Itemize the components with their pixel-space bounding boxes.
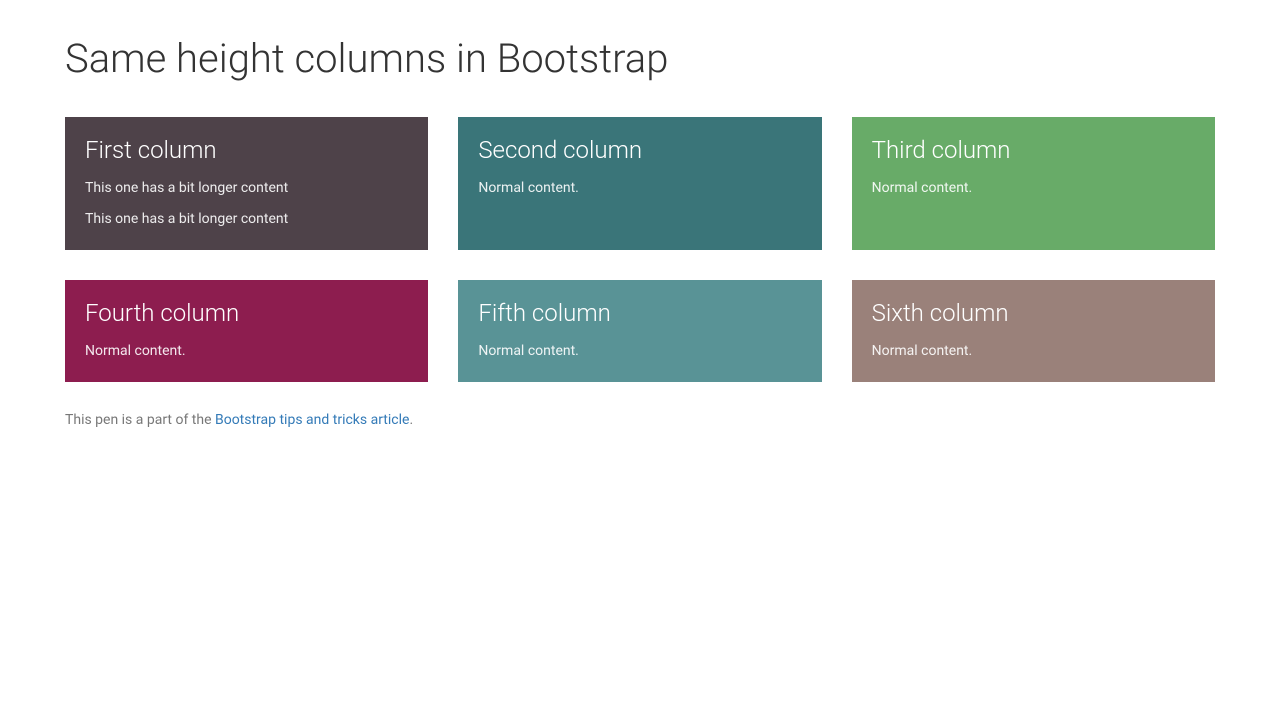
column-card: Second column Normal content. [458,117,821,250]
row: Fourth columnNormal content.Fifth column… [65,280,1215,382]
column-card: First column This one has a bit longer co… [65,117,428,250]
column-paragraph: This one has a bit longer content [85,209,408,230]
page-title: Same height columns in Bootstrap [65,35,1215,82]
column-title: Fourth column [85,299,408,328]
column-paragraph: Normal content. [872,341,1195,362]
column-paragraph: Normal content. [478,341,801,362]
column-title: Third column [872,136,1195,165]
column-title: Second column [478,136,801,165]
footer-suffix: . [409,412,413,428]
footer-link[interactable]: Bootstrap tips and tricks article [215,412,409,428]
column-card: Fifth column Normal content. [458,280,821,382]
row: First column This one has a bit longer co… [65,117,1215,250]
column-title: Fifth column [478,299,801,328]
column-paragraph: Normal content. [85,341,408,362]
column-card: Third column Normal content. [852,117,1215,250]
column-paragraph: This one has a bit longer content [85,178,408,199]
column-paragraph: Normal content. [478,178,801,199]
column-title: First column [85,136,408,165]
column-card: Fourth column Normal content. [65,280,428,382]
footer-note: This pen is a part of the Bootstrap tips… [65,412,1215,428]
column-title: Sixth column [872,299,1195,328]
rows-wrapper: First column This one has a bit longer co… [65,117,1215,382]
column-paragraph: Normal content. [872,178,1195,199]
footer-prefix: This pen is a part of the [65,412,215,428]
column-card: Sixth column Normal content. [852,280,1215,382]
page-container: Same height columns in Bootstrap First c… [65,0,1215,428]
